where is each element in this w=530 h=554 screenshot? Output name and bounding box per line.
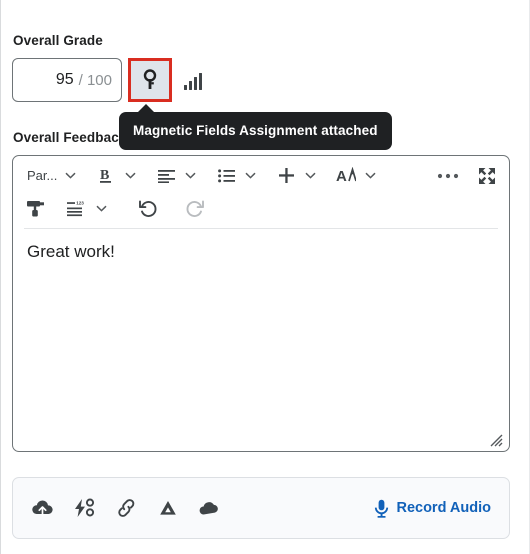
attachment-icons xyxy=(31,498,221,518)
attachment-toolbar: Record Audio xyxy=(12,477,510,539)
align-button[interactable] xyxy=(153,161,201,191)
bold-icon: B xyxy=(93,161,119,191)
bar-chart-icon[interactable] xyxy=(184,70,202,90)
feedback-text-area[interactable]: Great work! xyxy=(13,229,509,429)
align-left-icon xyxy=(153,161,179,191)
font-style-button[interactable]: A xyxy=(333,161,381,191)
editor-toolbar-row-1: Par... B A xyxy=(13,156,509,191)
editor-toolbar-row-2: 123 xyxy=(13,191,509,226)
more-options-button[interactable] xyxy=(434,161,462,191)
feedback-editor: Par... B A 123 Great work! xyxy=(12,155,510,452)
chevron-down-icon xyxy=(299,172,321,179)
microphone-icon xyxy=(374,499,389,518)
line-spacing-123-icon: 123 xyxy=(64,194,90,224)
redo-button[interactable] xyxy=(182,194,208,224)
svg-text:B: B xyxy=(100,168,109,183)
quicklink-icon[interactable] xyxy=(73,498,96,518)
chevron-down-icon xyxy=(90,205,112,212)
resize-handle[interactable] xyxy=(489,433,503,447)
grade-total: / 100 xyxy=(78,71,112,89)
tooltip-text: Magnetic Fields Assignment attached xyxy=(133,123,378,138)
undo-icon xyxy=(138,199,157,218)
svg-text:A: A xyxy=(336,168,347,184)
onedrive-icon[interactable] xyxy=(198,499,221,517)
bulleted-list-icon xyxy=(213,161,239,191)
format-painter-icon xyxy=(26,199,45,218)
chevron-down-icon xyxy=(179,172,201,179)
overall-feedback-label: Overall Feedback xyxy=(13,130,127,145)
chevron-down-icon xyxy=(119,172,141,179)
record-audio-button[interactable]: Record Audio xyxy=(374,499,491,518)
tooltip-arrow xyxy=(137,104,155,113)
paragraph-format-dropdown[interactable]: Par... xyxy=(22,168,81,183)
feedback-text: Great work! xyxy=(27,242,115,261)
font-accessibility-icon: A xyxy=(333,161,359,191)
redo-icon xyxy=(186,199,205,218)
grade-value: 95 xyxy=(55,71,74,88)
expand-arrows-icon xyxy=(478,167,496,185)
grade-row: 95 / 100 xyxy=(12,58,202,102)
fullscreen-button[interactable] xyxy=(474,161,500,191)
overall-grade-label: Overall Grade xyxy=(13,33,103,48)
google-drive-icon[interactable] xyxy=(157,498,179,518)
chevron-down-icon xyxy=(359,172,381,179)
grade-input[interactable]: 95 / 100 xyxy=(12,58,122,102)
undo-button[interactable] xyxy=(134,194,160,224)
feedback-panel: Overall Grade 95 / 100 Overall Feedback … xyxy=(0,0,530,554)
upload-cloud-icon[interactable] xyxy=(31,498,54,518)
insert-button[interactable] xyxy=(273,161,321,191)
line-spacing-button[interactable]: 123 xyxy=(64,194,112,224)
chevron-down-icon xyxy=(59,172,81,179)
key-icon xyxy=(142,69,158,91)
bold-button[interactable]: B xyxy=(93,161,141,191)
record-audio-label: Record Audio xyxy=(396,500,491,516)
chevron-down-icon xyxy=(239,172,261,179)
attachment-key-button[interactable] xyxy=(128,58,172,102)
ellipsis-icon xyxy=(437,173,459,179)
format-painter-button[interactable] xyxy=(22,194,48,224)
insert-link-icon[interactable] xyxy=(115,498,138,518)
svg-text:123: 123 xyxy=(76,201,84,206)
attachment-tooltip: Magnetic Fields Assignment attached xyxy=(119,104,392,150)
plus-icon xyxy=(273,161,299,191)
list-button[interactable] xyxy=(213,161,261,191)
paragraph-format-label: Par... xyxy=(27,168,58,183)
